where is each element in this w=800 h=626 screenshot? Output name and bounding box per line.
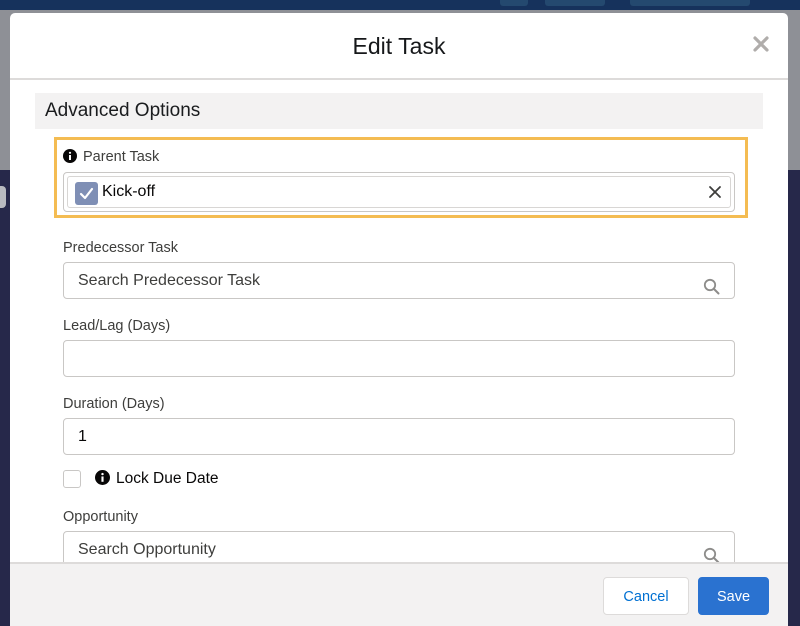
background-topbar [0, 0, 800, 10]
info-icon[interactable] [95, 470, 110, 490]
lock-due-date-label[interactable]: Lock Due Date [95, 470, 219, 490]
duration-label: Duration (Days) [63, 396, 165, 412]
lock-due-date-text: Lock Due Date [116, 470, 219, 487]
predecessor-task-placeholder: Search Predecessor Task [78, 272, 261, 289]
opportunity-label: Opportunity [63, 509, 138, 525]
lead-lag-label: Lead/Lag (Days) [63, 318, 171, 334]
modal-footer: Cancel Save [10, 562, 788, 626]
background-topbar-pill [545, 0, 605, 6]
modal-title: Edit Task [352, 33, 446, 59]
check-icon [75, 182, 98, 205]
cancel-button[interactable]: Cancel [603, 577, 689, 615]
parent-task-lookup[interactable]: Kick-off [63, 172, 735, 212]
predecessor-task-input[interactable]: Search Predecessor Task [63, 262, 735, 299]
lock-due-date-checkbox[interactable] [63, 470, 81, 488]
parent-task-value: Kick-off [102, 183, 156, 200]
remove-icon[interactable] [707, 184, 723, 200]
opportunity-placeholder: Search Opportunity [78, 541, 216, 558]
info-icon[interactable] [63, 149, 77, 167]
predecessor-task-label: Predecessor Task [63, 240, 178, 256]
background-chip [0, 186, 6, 208]
search-icon [703, 273, 720, 295]
opportunity-input[interactable]: Search Opportunity [63, 531, 735, 562]
parent-task-label: Parent Task [63, 149, 159, 167]
edit-task-modal: Edit Task Advanced Options Parent Task K… [10, 13, 788, 626]
close-icon[interactable] [752, 35, 770, 53]
background-topbar-pill [630, 0, 750, 6]
parent-task-label-text: Parent Task [83, 149, 160, 165]
modal-body[interactable]: Advanced Options Parent Task Kick-off Pr… [10, 80, 788, 562]
modal-header: Edit Task [10, 13, 788, 80]
duration-input[interactable]: 1 [63, 418, 735, 455]
section-title: Advanced Options [35, 93, 763, 129]
save-button[interactable]: Save [698, 577, 769, 615]
parent-task-pill[interactable]: Kick-off [67, 176, 731, 208]
lead-lag-input[interactable] [63, 340, 735, 377]
search-icon [703, 542, 720, 562]
background-topbar-pill [500, 0, 528, 6]
